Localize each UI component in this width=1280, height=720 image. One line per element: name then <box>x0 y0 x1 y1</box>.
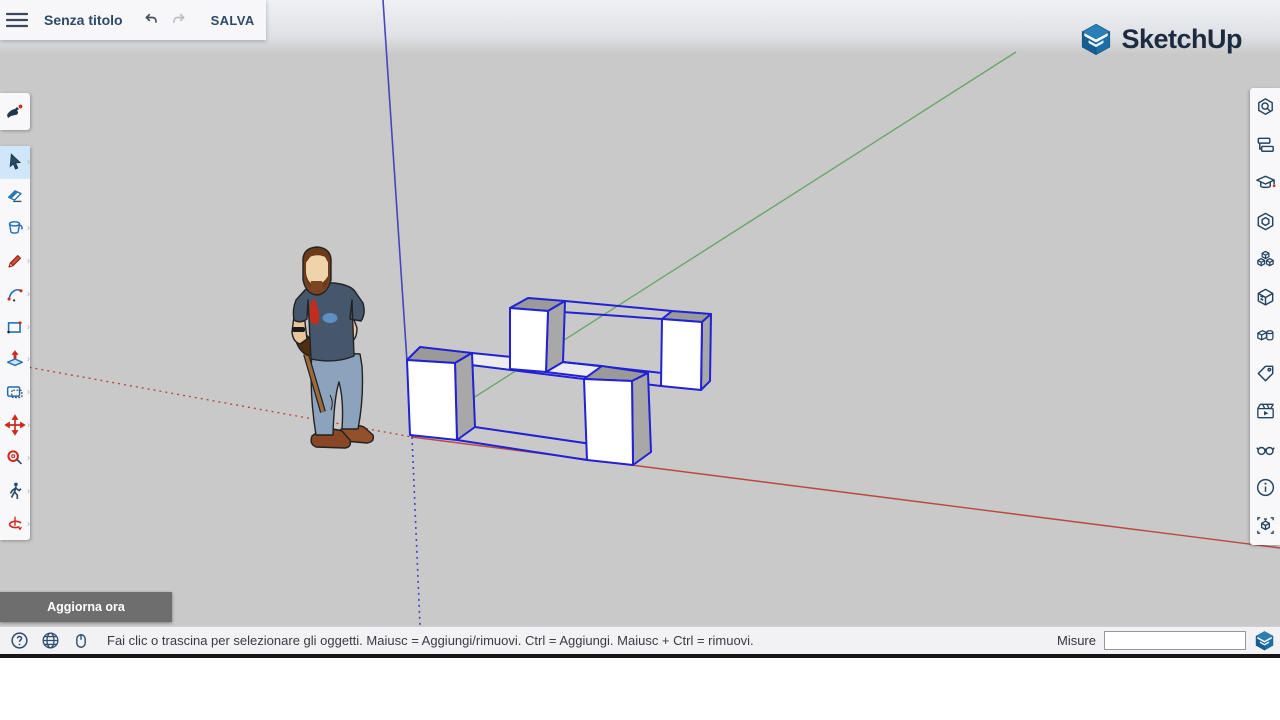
scale-figure <box>292 247 373 448</box>
views-icon <box>1254 514 1277 537</box>
hamburger-menu-button[interactable] <box>0 0 34 40</box>
hamburger-icon <box>6 12 28 28</box>
move-icon <box>4 414 26 436</box>
help-button[interactable] <box>7 629 31 653</box>
display-button[interactable] <box>1253 438 1277 462</box>
globe-icon <box>40 630 61 651</box>
mouse-controls-button[interactable] <box>69 629 93 653</box>
display-glasses-icon <box>1254 438 1277 461</box>
update-now-button[interactable]: Aggiorna ora <box>0 592 172 622</box>
tape-measure-tool[interactable]: › <box>0 441 30 474</box>
3d-viewport[interactable]: SketchUp Senza titolo <box>0 0 1280 626</box>
rotate-icon <box>4 513 26 535</box>
selected-geometry[interactable] <box>407 298 711 465</box>
paint-bucket-icon <box>4 217 26 239</box>
move-tool[interactable]: › <box>0 409 30 442</box>
walk-icon <box>4 480 26 502</box>
panel-rail <box>1250 88 1280 545</box>
search-model-icon <box>1254 96 1277 119</box>
outliner-icon <box>1254 134 1277 157</box>
fly-tool-card <box>0 93 30 130</box>
offset-icon <box>4 381 26 403</box>
materials-icon <box>1254 210 1277 233</box>
measurements-input[interactable] <box>1104 631 1246 650</box>
undo-icon <box>141 10 161 30</box>
document-title: Senza titolo <box>44 12 123 28</box>
tags-icon <box>1254 362 1277 385</box>
select-tool[interactable]: › <box>0 146 30 179</box>
fly-through-tool[interactable] <box>0 97 30 127</box>
push-pull-icon <box>4 348 26 370</box>
styles-icon <box>1254 286 1277 309</box>
model-info-button[interactable] <box>1253 476 1277 500</box>
tape-measure-icon <box>4 447 26 469</box>
pencil-icon <box>4 250 26 272</box>
sketchup-logo-icon <box>1079 22 1113 56</box>
document-toolbar: Senza titolo SALVA <box>0 0 266 40</box>
solid-tools-icon <box>1254 324 1277 347</box>
sketchup-brand: SketchUp <box>1079 22 1242 56</box>
instructor-button[interactable] <box>1253 171 1277 195</box>
views-button[interactable] <box>1253 514 1277 538</box>
tags-button[interactable] <box>1253 362 1277 386</box>
sketchup-mini-logo-icon <box>1254 630 1275 651</box>
letterbox-area <box>0 658 1280 720</box>
brand-name: SketchUp <box>1121 24 1242 55</box>
push-pull-tool[interactable]: › <box>0 343 30 376</box>
redo-button[interactable] <box>165 0 193 40</box>
undo-button[interactable] <box>137 0 165 40</box>
scenes-icon <box>1254 400 1277 423</box>
walk-tool[interactable]: › <box>0 474 30 507</box>
language-button[interactable] <box>38 629 62 653</box>
measurements-label: Misure <box>1057 633 1096 648</box>
solid-tools-button[interactable] <box>1253 323 1277 347</box>
info-icon <box>1254 476 1277 499</box>
drawing-axes <box>0 0 1280 626</box>
pencil-tool[interactable]: › <box>0 244 30 277</box>
arc-tool[interactable]: › <box>0 277 30 310</box>
sketchup-web-app: SketchUp Senza titolo <box>0 0 1280 720</box>
help-icon <box>9 630 30 651</box>
tool-palette: › › <box>0 146 30 540</box>
offset-tool[interactable]: › <box>0 376 30 409</box>
mouse-icon <box>71 631 91 651</box>
rectangle-icon <box>4 316 26 338</box>
eraser-tool[interactable] <box>0 179 30 212</box>
styles-button[interactable] <box>1253 285 1277 309</box>
status-bar: Fai clic o trascina per selezionare gli … <box>0 626 1280 654</box>
eraser-icon <box>4 184 26 206</box>
redo-icon <box>169 10 189 30</box>
two-point-arc-icon <box>4 283 26 305</box>
select-cursor-icon <box>4 151 26 173</box>
rectangle-tool[interactable]: › <box>0 310 30 343</box>
fly-through-icon <box>3 100 27 124</box>
save-button[interactable]: SALVA <box>205 9 261 32</box>
outliner-button[interactable] <box>1253 133 1277 157</box>
scenes-button[interactable] <box>1253 400 1277 424</box>
paint-bucket-tool[interactable]: › <box>0 212 30 245</box>
tool-hint-text: Fai clic o trascina per selezionare gli … <box>107 633 754 648</box>
search-model-button[interactable] <box>1253 95 1277 119</box>
components-icon <box>1254 248 1277 271</box>
rotate-tool[interactable]: › <box>0 507 30 540</box>
components-button[interactable] <box>1253 247 1277 271</box>
materials-button[interactable] <box>1253 209 1277 233</box>
model-scene <box>0 0 1280 626</box>
instructor-icon <box>1254 172 1277 195</box>
